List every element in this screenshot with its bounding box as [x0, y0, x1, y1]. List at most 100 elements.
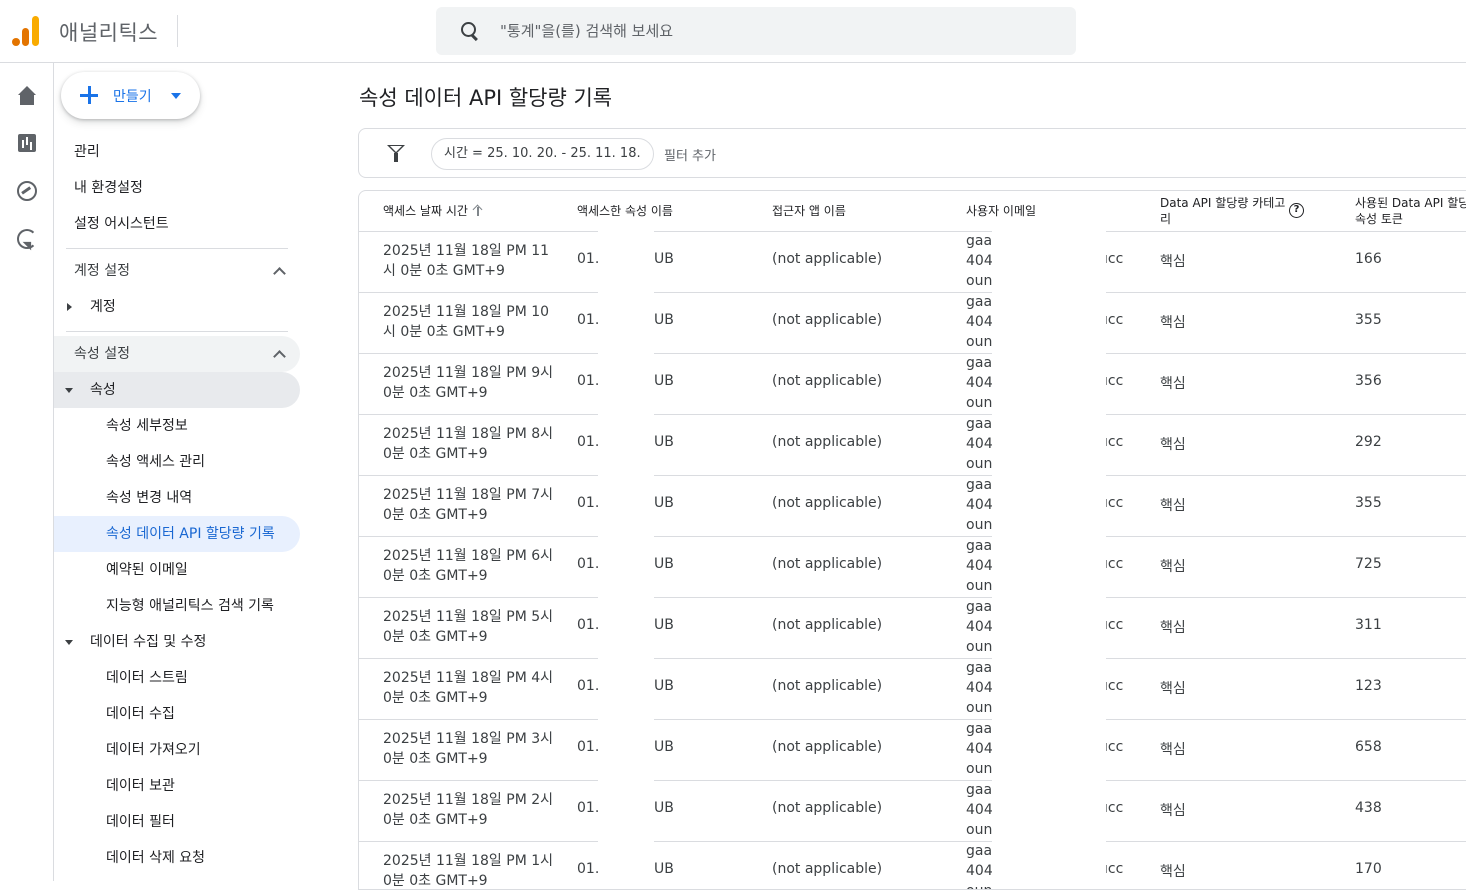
cell-property-prefix: 01. [577, 434, 600, 450]
cell-email-suffix: ıcc [1104, 861, 1124, 877]
home-icon[interactable] [15, 85, 39, 109]
search-placeholder[interactable]: "통계"을(를) 검색해 보세요 [500, 20, 673, 41]
divider [66, 331, 288, 332]
cell-app-name: (not applicable) [772, 556, 883, 572]
cell-property-prefix: 01. [577, 312, 600, 328]
nav-data-collection-item[interactable]: 데이터 수집 [106, 696, 175, 732]
column-header-tokens[interactable]: 사용된 Data API 할당량 속성 토큰 [1355, 195, 1466, 235]
cell-property-suffix: UB [654, 678, 674, 694]
cell-email-suffix: ıcc [1104, 495, 1124, 511]
date-filter-chip[interactable]: 시간 = 25. 10. 20. - 25. 11. 18. [431, 138, 654, 170]
create-label: 만들기 [113, 89, 152, 105]
cell-property-prefix: 01. [577, 617, 600, 633]
quota-table: 액세스 날짜 시간 액세스한 속성 이름 접근자 앱 이름 사용자 이메일 Da… [358, 190, 1466, 890]
cell-app-name: (not applicable) [772, 251, 883, 267]
cell-category: 핵심 [1160, 803, 1186, 819]
cell-category: 핵심 [1160, 437, 1186, 453]
cell-property-suffix: UB [654, 739, 674, 755]
cell-tokens: 658 [1355, 739, 1382, 755]
cell-tokens: 356 [1355, 373, 1382, 389]
cell-tokens: 438 [1355, 800, 1382, 816]
nav-setup-assistant[interactable]: 설정 어시스턴트 [74, 206, 169, 242]
cell-category: 핵심 [1160, 376, 1186, 392]
reports-icon[interactable] [15, 131, 39, 155]
section-account-settings[interactable]: 계정 설정 [74, 253, 130, 289]
cell-property-suffix: UB [654, 861, 674, 877]
cell-email-suffix: ıcc [1104, 800, 1124, 816]
cell-date: 2025년 11월 18일 PM 5시 0분 0초 GMT+9 [383, 609, 554, 645]
filter-icon[interactable] [387, 145, 405, 163]
cell-app-name: (not applicable) [772, 739, 883, 755]
explore-icon[interactable] [15, 179, 39, 203]
help-icon[interactable]: ? [1289, 203, 1304, 218]
nav-data-filters[interactable]: 데이터 필터 [106, 804, 175, 840]
cell-email-suffix: ıcc [1104, 617, 1124, 633]
nav-quota-history[interactable]: 속성 데이터 API 할당량 기록 [106, 516, 275, 552]
add-filter-button[interactable]: 필터 추가 [664, 145, 716, 164]
cell-email-suffix: ıcc [1104, 739, 1124, 755]
cell-category: 핵심 [1160, 559, 1186, 575]
collapse-arrow-icon[interactable] [65, 640, 73, 645]
cell-tokens: 725 [1355, 556, 1382, 572]
nav-data-import[interactable]: 데이터 가져오기 [106, 732, 201, 768]
cell-property-prefix: 01. [577, 556, 600, 572]
cell-date: 2025년 11월 18일 PM 3시 0분 0초 GMT+9 [383, 731, 554, 767]
advertising-icon[interactable] [15, 227, 39, 251]
cell-app-name: (not applicable) [772, 312, 883, 328]
cell-category: 핵심 [1160, 864, 1186, 880]
nav-data-deletion[interactable]: 데이터 삭제 요청 [106, 840, 205, 876]
cell-app-name: (not applicable) [772, 617, 883, 633]
cell-tokens: 355 [1355, 495, 1382, 511]
sort-ascending-icon[interactable] [473, 204, 483, 216]
cell-category: 핵심 [1160, 254, 1186, 270]
nav-admin[interactable]: 관리 [74, 134, 100, 170]
divider [66, 248, 288, 249]
cell-date: 2025년 11월 18일 PM 7시 0분 0초 GMT+9 [383, 487, 554, 523]
cell-tokens: 355 [1355, 312, 1382, 328]
search-icon [460, 21, 480, 41]
cell-date: 2025년 11월 18일 PM 1시 0분 0초 GMT+9 [383, 853, 554, 889]
app-title[interactable]: 애널리틱스 [59, 17, 158, 47]
cell-tokens: 292 [1355, 434, 1382, 450]
analytics-logo-icon[interactable] [12, 16, 40, 46]
cell-property-suffix: UB [654, 434, 674, 450]
table-row: 2025년 11월 18일 PM 10시 0분 0초 GMT+9 01. UB (no… [359, 292, 1466, 353]
cell-email-suffix: ıcc [1104, 251, 1124, 267]
cell-date: 2025년 11월 18일 PM 10시 0분 0초 GMT+9 [383, 304, 550, 340]
cell-date: 2025년 11월 18일 PM 2시 0분 0초 GMT+9 [383, 792, 554, 828]
table-row: 2025년 11월 18일 PM 2시 0분 0초 GMT+9 01. UB (not… [359, 780, 1466, 841]
nav-search-history[interactable]: 지능형 애널리틱스 검색 기록 [106, 588, 274, 624]
chevron-up-icon[interactable] [273, 265, 285, 277]
cell-email-suffix: ıcc [1104, 678, 1124, 694]
column-header-category[interactable]: Data API 할당량 카테고 리 [1160, 195, 1290, 235]
expand-arrow-icon[interactable] [67, 303, 72, 311]
cell-property-suffix: UB [654, 312, 674, 328]
nav-scheduled-emails[interactable]: 예약된 이메일 [106, 552, 188, 588]
nav-property-details[interactable]: 속성 세부정보 [106, 408, 188, 444]
chevron-up-icon[interactable] [273, 348, 285, 360]
collapse-arrow-icon[interactable] [65, 388, 73, 393]
nav-property-change-history[interactable]: 속성 변경 내역 [106, 480, 192, 516]
cell-property-prefix: 01. [577, 678, 600, 694]
plus-icon [80, 86, 98, 104]
cell-email-suffix: ıcc [1104, 373, 1124, 389]
cell-date: 2025년 11월 18일 PM 6시 0분 0초 GMT+9 [383, 548, 554, 584]
nav-account[interactable]: 계정 [90, 289, 116, 325]
create-button[interactable]: 만들기 [61, 72, 200, 119]
search-box[interactable]: "통계"을(를) 검색해 보세요 [436, 7, 1076, 55]
table-row: 2025년 11월 18일 PM 6시 0분 0초 GMT+9 01. UB (not… [359, 536, 1466, 597]
nav-data-collection[interactable]: 데이터 수집 및 수정 [90, 624, 206, 660]
nav-property[interactable]: 속성 [90, 372, 116, 408]
section-property-settings[interactable]: 속성 설정 [74, 336, 130, 372]
nav-property-access[interactable]: 속성 액세스 관리 [106, 444, 205, 480]
nav-preferences[interactable]: 내 환경설정 [74, 170, 143, 206]
nav-data-streams[interactable]: 데이터 스트림 [106, 660, 188, 696]
cell-tokens: 123 [1355, 678, 1382, 694]
cell-property-prefix: 01. [577, 800, 600, 816]
cell-property-suffix: UB [654, 251, 674, 267]
cell-app-name: (not applicable) [772, 678, 883, 694]
cell-tokens: 170 [1355, 861, 1382, 877]
cell-property-suffix: UB [654, 373, 674, 389]
cell-app-name: (not applicable) [772, 373, 883, 389]
nav-data-retention[interactable]: 데이터 보관 [106, 768, 175, 804]
